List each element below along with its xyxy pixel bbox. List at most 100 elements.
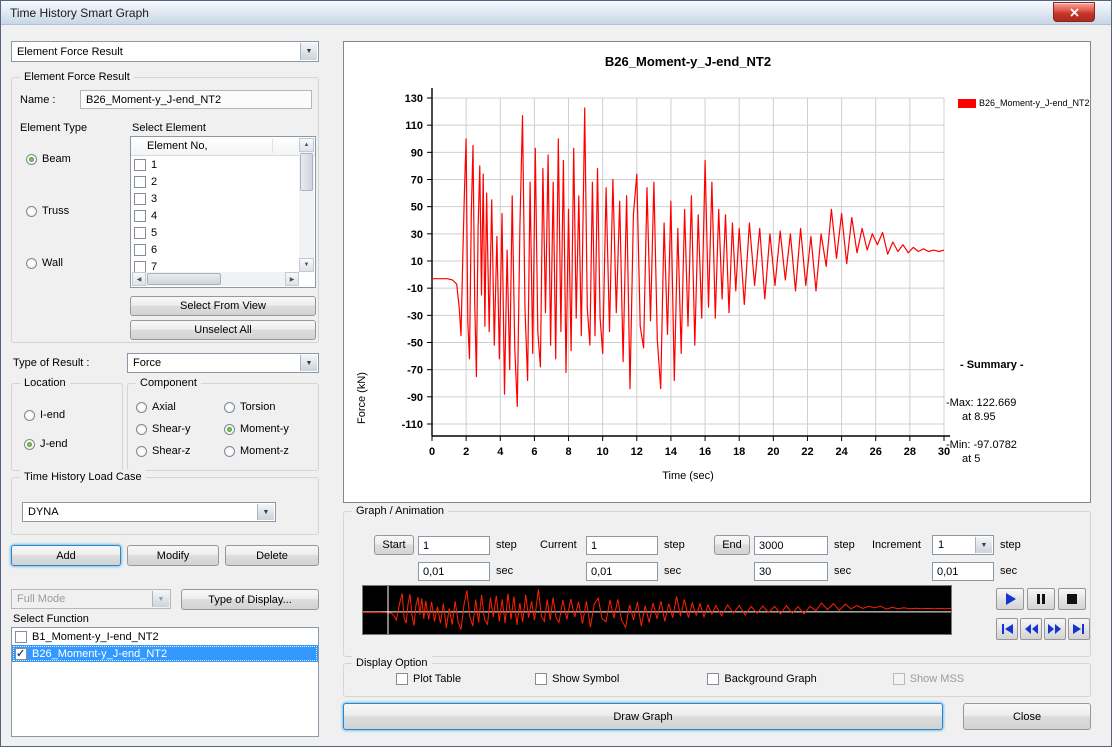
vertical-scrollbar[interactable]: ▲ ▼ bbox=[299, 138, 314, 272]
load-case-combo[interactable]: DYNA ▼ bbox=[22, 502, 276, 522]
draw-graph-label: Draw Graph bbox=[613, 711, 672, 723]
play-button[interactable] bbox=[996, 588, 1024, 610]
chevron-down-icon: ▼ bbox=[975, 537, 992, 553]
element-row[interactable]: 3 bbox=[131, 190, 315, 207]
type-of-result-label: Type of Result : bbox=[13, 357, 89, 369]
sec-label: sec bbox=[496, 565, 513, 577]
display-checkbox[interactable] bbox=[396, 673, 408, 685]
skip-to-end-button[interactable] bbox=[1068, 618, 1090, 640]
end-sec-input[interactable] bbox=[754, 562, 828, 581]
function-item[interactable]: B1_Moment-y_I-end_NT2 bbox=[12, 628, 318, 645]
location-radio-i-end[interactable]: I-end bbox=[24, 408, 68, 422]
element-row[interactable]: 4 bbox=[131, 207, 315, 224]
display-options: Plot Table Show Symbol Background Graph Sho… bbox=[344, 673, 1090, 685]
element-checkbox[interactable] bbox=[134, 261, 146, 273]
current-step-input[interactable] bbox=[586, 536, 658, 555]
svg-text:-90: -90 bbox=[407, 392, 423, 404]
scrollbar-thumb[interactable] bbox=[300, 153, 313, 191]
animation-timeline[interactable] bbox=[362, 585, 952, 635]
rewind-button[interactable] bbox=[1020, 618, 1042, 640]
svg-text:-10: -10 bbox=[407, 283, 423, 295]
component-radio-moment-z[interactable]: Moment-z bbox=[224, 444, 312, 458]
element-checkbox[interactable] bbox=[134, 210, 146, 222]
element-checkbox[interactable] bbox=[134, 244, 146, 256]
scroll-right-icon[interactable]: ▶ bbox=[285, 272, 299, 286]
close-footer-button[interactable]: Close bbox=[963, 703, 1091, 730]
element-checkbox[interactable] bbox=[134, 159, 146, 171]
skip-start-icon bbox=[997, 620, 1017, 638]
start-sec-input[interactable] bbox=[418, 562, 490, 581]
unselect-all-button[interactable]: Unselect All bbox=[130, 320, 316, 340]
display-checkbox[interactable] bbox=[707, 673, 719, 685]
modify-button[interactable]: Modify bbox=[127, 545, 219, 566]
stop-button[interactable] bbox=[1058, 588, 1086, 610]
increment-combo[interactable]: 1 ▼ bbox=[932, 535, 994, 555]
radio-icon bbox=[224, 424, 235, 435]
svg-text:110: 110 bbox=[405, 120, 423, 132]
skip-to-start-button[interactable] bbox=[996, 618, 1018, 640]
start-step-input[interactable] bbox=[418, 536, 490, 555]
svg-text:-30: -30 bbox=[407, 310, 423, 322]
start-label: Start bbox=[382, 539, 405, 551]
element-number: 1 bbox=[151, 159, 157, 171]
element-row[interactable]: 6 bbox=[131, 241, 315, 258]
select-from-view-button[interactable]: Select From View bbox=[130, 296, 316, 316]
component-radio-shear-y[interactable]: Shear-y bbox=[136, 422, 224, 436]
type-of-result-combo[interactable]: Force ▼ bbox=[127, 353, 319, 373]
end-step-input[interactable] bbox=[754, 536, 828, 555]
radio-icon bbox=[24, 410, 35, 421]
component-radio-shear-z[interactable]: Shear-z bbox=[136, 444, 224, 458]
display-checkbox bbox=[893, 673, 905, 685]
horizontal-scrollbar[interactable]: ◀ ▶ bbox=[132, 272, 299, 286]
sec-label: sec bbox=[834, 565, 851, 577]
element-type-radio-beam[interactable]: Beam bbox=[26, 152, 126, 166]
display-option-background-graph[interactable]: Background Graph bbox=[707, 673, 816, 685]
close-button[interactable] bbox=[1053, 2, 1095, 22]
svg-text:-110: -110 bbox=[402, 419, 423, 431]
display-checkbox[interactable] bbox=[535, 673, 547, 685]
element-row[interactable]: 5 bbox=[131, 224, 315, 241]
element-list-header[interactable]: Element No, bbox=[131, 137, 315, 156]
stop-icon bbox=[1060, 590, 1084, 608]
svg-text:4: 4 bbox=[497, 446, 504, 458]
location-radio-j-end[interactable]: J-end bbox=[24, 437, 68, 451]
draw-graph-button[interactable]: Draw Graph bbox=[343, 703, 943, 730]
function-checkbox[interactable] bbox=[15, 648, 27, 660]
radio-icon bbox=[24, 439, 35, 450]
component-radio-moment-y[interactable]: Moment-y bbox=[224, 422, 312, 436]
scroll-left-icon[interactable]: ◀ bbox=[132, 272, 146, 286]
function-listbox[interactable]: B1_Moment-y_I-end_NT2B26_Moment-y_J-end_… bbox=[11, 627, 319, 737]
element-listbox[interactable]: Element No, 1234567 ▲ ▼ ◀ ▶ bbox=[130, 136, 316, 288]
current-sec-input[interactable] bbox=[586, 562, 658, 581]
element-checkbox[interactable] bbox=[134, 193, 146, 205]
title-bar[interactable]: Time History Smart Graph bbox=[1, 1, 1111, 25]
pause-button[interactable] bbox=[1027, 588, 1055, 610]
component-radio-axial[interactable]: Axial bbox=[136, 400, 224, 414]
result-type-combo[interactable]: Element Force Result ▼ bbox=[11, 41, 319, 62]
element-row[interactable]: 2 bbox=[131, 173, 315, 190]
delete-button[interactable]: Delete bbox=[225, 545, 319, 566]
element-type-radio-wall[interactable]: Wall bbox=[26, 256, 126, 270]
end-button[interactable]: End bbox=[714, 535, 750, 555]
function-checkbox[interactable] bbox=[15, 631, 27, 643]
start-button[interactable]: Start bbox=[374, 535, 414, 555]
function-item[interactable]: B26_Moment-y_J-end_NT2 bbox=[12, 645, 318, 662]
forward-button[interactable] bbox=[1044, 618, 1066, 640]
increment-value: 1 bbox=[938, 539, 944, 551]
element-type-radio-truss[interactable]: Truss bbox=[26, 204, 126, 218]
element-checkbox[interactable] bbox=[134, 176, 146, 188]
element-number: 5 bbox=[151, 227, 157, 239]
component-radio-torsion[interactable]: Torsion bbox=[224, 400, 312, 414]
component-radios: AxialTorsionShear-yMoment-yShear-zMoment… bbox=[136, 400, 312, 458]
scrollbar-thumb[interactable] bbox=[147, 273, 221, 285]
add-button[interactable]: Add bbox=[11, 545, 121, 566]
scroll-down-icon[interactable]: ▼ bbox=[299, 258, 314, 272]
display-option-show-mss: Show MSS bbox=[893, 673, 964, 685]
increment-sec-input[interactable] bbox=[932, 562, 994, 581]
scroll-up-icon[interactable]: ▲ bbox=[299, 138, 314, 152]
element-row[interactable]: 1 bbox=[131, 156, 315, 173]
display-option-show-symbol[interactable]: Show Symbol bbox=[535, 673, 619, 685]
element-checkbox[interactable] bbox=[134, 227, 146, 239]
type-of-display-button[interactable]: Type of Display... bbox=[181, 589, 319, 610]
display-option-plot-table[interactable]: Plot Table bbox=[396, 673, 461, 685]
